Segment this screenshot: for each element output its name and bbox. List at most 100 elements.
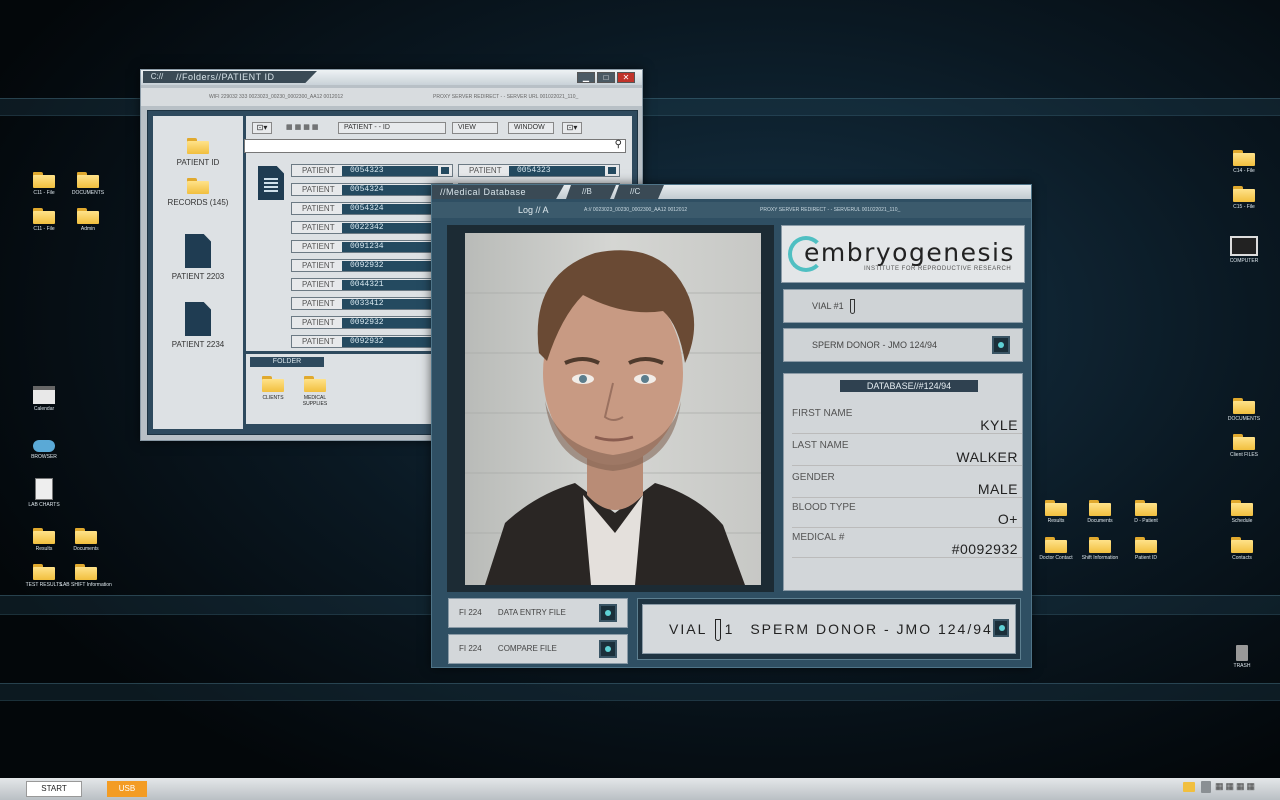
desktop-icon-d-patient[interactable]: D - Patient — [1120, 500, 1172, 524]
patient-row[interactable]: PATIENT 0044321 — [291, 278, 453, 291]
tab-medical-database[interactable]: //Medical Database — [432, 185, 564, 199]
background-band — [0, 683, 1280, 701]
patient-row[interactable]: PATIENT 0092932 — [291, 335, 453, 348]
desktop-icon-admin[interactable]: Admin — [62, 208, 114, 232]
minimize-button[interactable]: ▁ — [577, 72, 595, 83]
close-button[interactable]: ✕ — [617, 72, 635, 83]
desktop-icon-documents-l2[interactable]: Documents — [60, 528, 112, 552]
desktop-icon-c14-file[interactable]: C14 - File — [1218, 150, 1270, 174]
patient-number: 0054324 — [342, 185, 438, 195]
patient-row[interactable]: PATIENT 0091234 — [291, 240, 453, 253]
folder-clients[interactable]: CLIENTS — [256, 376, 290, 401]
data-entry-file-button[interactable]: FI 224 DATA ENTRY FILE — [448, 598, 628, 628]
folder-icon — [33, 172, 55, 188]
desktop-icon-label: Results — [1047, 518, 1065, 524]
patient-number: 0054323 — [342, 166, 438, 176]
log-label[interactable]: Log // A — [518, 202, 549, 218]
desktop-icon-computer[interactable]: COMPUTER — [1218, 236, 1270, 264]
desktop-icon-lab-charts[interactable]: LAB CHARTS — [18, 478, 70, 508]
desktop-icon-label: D - Patient — [1134, 518, 1158, 524]
row-select-icon — [441, 167, 449, 174]
sidebar-item[interactable]: PATIENT 2203 — [153, 234, 243, 281]
desktop-icon-contacts[interactable]: Contacts — [1216, 537, 1268, 561]
layout-icon-2[interactable]: ⊡▾ — [562, 122, 582, 134]
sidebar-item[interactable]: PATIENT 2234 — [153, 302, 243, 349]
folder-icon — [1135, 500, 1157, 516]
desktop-icon-label: BROWSER — [31, 454, 57, 460]
field-key: BLOOD TYPE — [792, 502, 856, 513]
layout-icon[interactable]: ⊡▾ — [252, 122, 272, 134]
desktop-icon-client-files[interactable]: Client FILES — [1218, 434, 1270, 458]
view-mode-icons[interactable]: ▦▦▦▦ — [286, 123, 334, 133]
patient-number: 0022342 — [342, 223, 438, 233]
folder-icon — [1135, 537, 1157, 553]
patient-id-dropdown[interactable]: PATIENT - - ID — [338, 122, 446, 134]
patient-row[interactable]: PATIENT 0054324 — [291, 202, 453, 215]
tab-c[interactable]: //C — [614, 185, 664, 199]
patient-number: 0092932 — [342, 337, 438, 347]
desktop-icon-documents-r2[interactable]: Documents — [1074, 500, 1126, 524]
sidebar-item[interactable]: PATIENT ID — [153, 138, 243, 167]
window-dropdown[interactable]: WINDOW — [508, 122, 554, 134]
folder-icon — [1233, 150, 1255, 166]
desktop-icon-label: C15 - File — [1233, 204, 1255, 210]
sidebar-item-label: PATIENT ID — [176, 158, 220, 167]
desktop-icon-c15-file[interactable]: C15 - File — [1218, 186, 1270, 210]
search-input[interactable]: ⚲ — [244, 139, 626, 153]
cloud-icon — [33, 440, 55, 452]
start-button[interactable]: START — [26, 781, 82, 797]
desktop-icon-patient-id-r[interactable]: Patient ID — [1120, 537, 1172, 561]
desktop-icon-label: LAB SHIFT Information — [60, 582, 112, 588]
patient-row[interactable]: PATIENT 0092932 — [291, 316, 453, 329]
portrait-illustration — [465, 250, 761, 585]
desktop-icon-label: Shift Information — [1081, 555, 1119, 561]
field-value: O+ — [997, 511, 1018, 527]
tray-trash-icon[interactable] — [1201, 781, 1211, 793]
patient-row[interactable]: PATIENT 0054324 — [291, 183, 453, 196]
title-bar[interactable]: C:// //Folders//PATIENT ID ▁ □ ✕ — [141, 70, 642, 85]
desktop-icon-calendar[interactable]: Calendar — [18, 386, 70, 412]
field-key: MEDICAL # — [792, 532, 845, 543]
desktop-icon-documents-r[interactable]: DOCUMENTS — [1218, 398, 1270, 422]
patient-row[interactable]: PATIENT 0054323 — [458, 164, 620, 177]
row-label: PATIENT — [469, 166, 502, 175]
folder-label: CLIENTS — [262, 395, 284, 401]
desktop-icon-lab-shift[interactable]: LAB SHIFT Information — [60, 564, 112, 588]
donor-label: SPERM DONOR - JMO 124/94 — [812, 340, 938, 350]
usb-button[interactable]: USB — [107, 781, 147, 797]
desktop-icon-schedule[interactable]: Schedule — [1216, 500, 1268, 524]
tab-b[interactable]: //B — [566, 185, 616, 199]
info-left: A:// 0023023_00230_0002300_AA12 0012012 — [584, 207, 688, 213]
view-dropdown[interactable]: VIEW — [452, 122, 498, 134]
maximize-button[interactable]: □ — [597, 72, 615, 83]
compare-file-button[interactable]: FI 224 COMPARE FILE — [448, 634, 628, 664]
desktop-icon-browser[interactable]: BROWSER — [18, 440, 70, 460]
banner-dot-button[interactable] — [993, 619, 1009, 637]
banner-text: SPERM DONOR - JMO 124/94 — [750, 621, 993, 637]
log-bar: Log // A A:// 0023023_00230_0002300_AA12… — [432, 202, 1031, 218]
desktop-icon-label: TRASH — [1233, 663, 1251, 669]
folder-icon — [1045, 537, 1067, 553]
info-right: PROXY SERVER REDIRECT - - SERVERUL 00102… — [760, 207, 901, 213]
tray-folder-icon[interactable] — [1183, 782, 1195, 792]
patient-row[interactable]: PATIENT 0022342 — [291, 221, 453, 234]
donor-select-button[interactable] — [992, 336, 1010, 354]
sidebar: PATIENT ID RECORDS (145) PATIENT 2203 PATIE… — [153, 116, 243, 429]
folder-icon — [33, 208, 55, 224]
desktop-icon-shift-information[interactable]: Shift Information — [1074, 537, 1126, 561]
desktop-icon-trash[interactable]: TRASH — [1216, 645, 1268, 669]
desktop-icon-documents-l[interactable]: DOCUMENTS — [62, 172, 114, 196]
window-title: //Folders//PATIENT ID — [171, 71, 317, 83]
folder-medical-supplies[interactable]: MEDICAL SUPPLIES — [298, 376, 332, 407]
folder-icon — [1089, 500, 1111, 516]
patient-row[interactable]: PATIENT 0092932 — [291, 259, 453, 272]
field-value: MALE — [977, 481, 1018, 497]
patient-row[interactable]: PATIENT 0054323 — [291, 164, 453, 177]
desktop-icon-label: Results — [35, 546, 53, 552]
sidebar-item[interactable]: RECORDS (145) — [153, 178, 243, 207]
field-medical-number: MEDICAL # #0092932 — [792, 530, 1022, 558]
field-last-name: LAST NAME WALKER — [792, 438, 1022, 466]
tray-window-icons[interactable]: ▦▦▦▦ — [1215, 781, 1267, 793]
patient-row[interactable]: PATIENT 0033412 — [291, 297, 453, 310]
row-label: PATIENT — [302, 185, 335, 194]
